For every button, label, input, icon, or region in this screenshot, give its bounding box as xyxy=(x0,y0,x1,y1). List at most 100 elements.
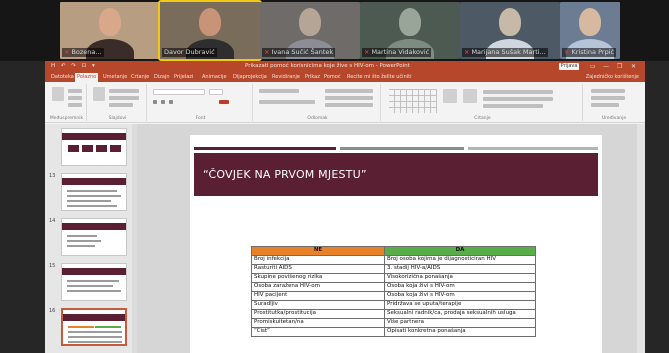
bold-button[interactable] xyxy=(153,100,157,104)
layout-button[interactable] xyxy=(109,89,139,93)
format-painter-icon[interactable] xyxy=(68,103,82,107)
table-header-row: NE DA xyxy=(251,246,536,256)
participant-tile-active[interactable]: Davor Dubravić xyxy=(158,0,262,61)
convert-smartart-button[interactable] xyxy=(325,103,373,107)
find-button[interactable] xyxy=(591,89,625,93)
slide-thumbnail[interactable] xyxy=(61,218,127,256)
thumb-text-line xyxy=(67,240,101,242)
tab-draw[interactable]: Crtanje xyxy=(129,73,151,82)
slide-title[interactable]: “ČOVJEK NA PRVOM MJESTU” xyxy=(203,168,367,181)
reset-button[interactable] xyxy=(109,96,139,100)
editor-scrollbar[interactable] xyxy=(637,124,645,353)
participant-face xyxy=(299,8,321,36)
quick-access-toolbar[interactable]: H ↶ ↷ ⊡ ▾ xyxy=(51,61,97,72)
document-title: Prikazati pomoć korisnicima koje žive s … xyxy=(245,63,410,69)
shapes-gallery[interactable] xyxy=(389,89,437,113)
participant-tile[interactable]: ⨯ Marijana Sušak Marti... xyxy=(460,2,560,59)
thumb-text-line xyxy=(67,235,97,237)
thumb-text-line xyxy=(67,285,113,287)
mic-muted-icon: ⨯ xyxy=(264,48,270,56)
slide-thumbnails-pane: 13 14 15 16 xyxy=(45,124,137,353)
new-slide-icon[interactable] xyxy=(93,87,105,101)
cut-icon[interactable] xyxy=(68,89,82,93)
alignment-buttons[interactable] xyxy=(259,100,315,104)
italic-button[interactable] xyxy=(161,100,165,104)
minimize-button[interactable]: — xyxy=(603,61,609,72)
title-bar: H ↶ ↷ ⊡ ▾ Prikazati pomoć korisnicima ko… xyxy=(45,61,645,72)
participant-tile[interactable]: ⨯ Ivana Sučić Šantek xyxy=(260,2,360,59)
thumb-text-line xyxy=(67,280,119,282)
ribbon-group-label: Međuspremnik xyxy=(49,116,84,121)
tab-design[interactable]: Dizajn xyxy=(152,73,172,82)
title-banner: “ČOVJEK NA PRVOM MJESTU” xyxy=(194,153,598,196)
table-cell: Broj osoba kojima je dijagnosticiran HIV xyxy=(384,255,536,265)
font-color-button[interactable] xyxy=(219,100,229,104)
paste-icon[interactable] xyxy=(52,87,64,101)
table-row: Prostitutka/prostitucija Seksualni radnik… xyxy=(251,309,536,319)
tab-file[interactable]: Datoteka xyxy=(49,73,76,82)
participant-name: ⨯ Kristina Prpić xyxy=(562,48,617,57)
align-text-button[interactable] xyxy=(325,96,373,100)
tell-me-search[interactable]: Recite mi što želite učiniti xyxy=(345,73,413,82)
tab-review[interactable]: Revidiranje xyxy=(270,73,302,82)
shape-outline-button[interactable] xyxy=(483,97,553,101)
maximize-button[interactable]: ❐ xyxy=(617,61,622,72)
table-cell: Broj infekcija xyxy=(251,255,385,265)
tab-help[interactable]: Pomoć xyxy=(322,73,343,82)
ribbon-group-label: Font xyxy=(195,116,206,121)
thumb-title-band xyxy=(62,133,126,140)
table-header-yes: DA xyxy=(384,246,536,256)
participant-name: ⨯ Martina Vidaković xyxy=(362,48,432,57)
copy-icon[interactable] xyxy=(68,96,82,100)
tab-animations[interactable]: Animacije xyxy=(200,73,229,82)
slide-thumbnail-selected[interactable] xyxy=(61,308,127,346)
table-cell: Rasturiti AIDS xyxy=(251,264,385,274)
quick-styles-icon[interactable] xyxy=(463,89,477,103)
text-direction-button[interactable] xyxy=(325,89,373,93)
table-cell: Skupine povišenog rizika xyxy=(251,273,385,283)
select-button[interactable] xyxy=(591,103,619,107)
participant-tile[interactable]: ⨯ Martina Vidaković xyxy=(360,2,460,59)
slide-thumbnail[interactable] xyxy=(61,128,127,166)
tab-view[interactable]: Prikaz xyxy=(303,73,322,82)
underline-button[interactable] xyxy=(169,100,173,104)
slide-canvas[interactable]: “ČOVJEK NA PRVOM MJESTU” NE DA Broj infe… xyxy=(190,135,602,353)
slide-thumbnail[interactable] xyxy=(61,263,127,301)
slide-number: 16 xyxy=(49,308,56,314)
ribbon-group-clipboard: Međuspremnik xyxy=(47,84,87,121)
table-row: “Čist” Opisati konkretna ponašanja xyxy=(251,327,536,337)
participant-name-text: Marijana Sušak Marti... xyxy=(471,48,546,56)
arrange-icon[interactable] xyxy=(443,89,457,103)
replace-button[interactable] xyxy=(591,96,625,100)
participant-tile[interactable]: ⨯ Bozena... xyxy=(60,2,160,59)
participant-face xyxy=(99,8,121,36)
bullets-button[interactable] xyxy=(259,89,299,93)
section-button[interactable] xyxy=(109,103,133,107)
slide-thumbnail[interactable] xyxy=(61,173,127,211)
share-button[interactable]: Zajedničko korištenje xyxy=(586,73,639,82)
table-cell: HIV pacijent xyxy=(251,291,385,301)
table-cell: Suradljiv xyxy=(251,300,385,310)
table-cell: Više partnera xyxy=(384,318,536,328)
thumb-text-line xyxy=(67,200,111,202)
font-size-field[interactable] xyxy=(209,89,223,95)
tab-transitions[interactable]: Prijelazi xyxy=(172,73,195,82)
ribbon: Međuspremnik Slajdovi Font Odlomak Crtan… xyxy=(45,82,645,123)
accent-bar xyxy=(194,147,336,150)
tab-insert[interactable]: Umetanje xyxy=(101,73,129,82)
ribbon-tabs: Datoteka Polazno Umetanje Crtanje Dizajn… xyxy=(45,72,645,82)
tab-home[interactable]: Polazno xyxy=(75,73,99,82)
participant-name: ⨯ Ivana Sučić Šantek xyxy=(262,48,336,57)
close-button[interactable]: ✕ xyxy=(631,61,636,72)
tab-slideshow[interactable]: Dijaprojekcija xyxy=(231,73,269,82)
slide-number: 13 xyxy=(49,173,56,179)
sign-in-button[interactable]: Prijava xyxy=(559,63,579,70)
table-cell: Osoba koja živi s HIV-om xyxy=(384,282,536,292)
terminology-table[interactable]: NE DA Broj infekcija Broj osoba kojima je… xyxy=(251,246,536,337)
participant-face xyxy=(399,8,421,36)
font-name-field[interactable] xyxy=(153,89,205,95)
participant-tile[interactable]: ⨯ Kristina Prpić xyxy=(560,2,620,59)
shape-effects-button[interactable] xyxy=(483,104,543,108)
ribbon-display-icon[interactable]: ▭ xyxy=(590,61,596,72)
shape-fill-button[interactable] xyxy=(483,90,553,94)
